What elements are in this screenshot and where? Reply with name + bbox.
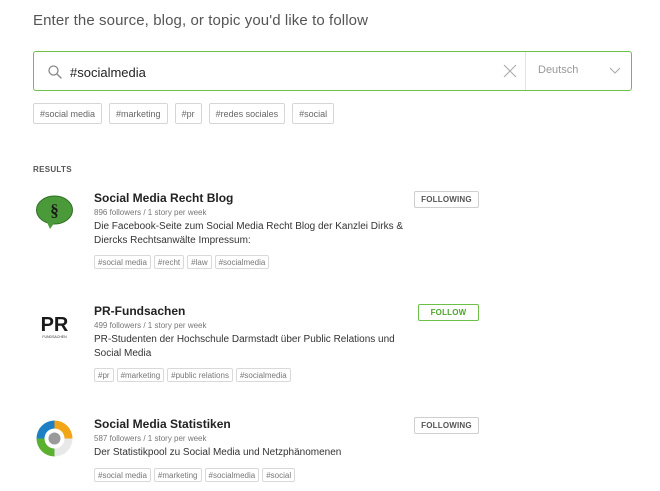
language-label: Deutsch [538,64,579,76]
result-tag[interactable]: #social media [94,468,151,482]
result-tags: #social media #marketing #socialmedia #s… [94,468,296,482]
result-tag[interactable]: #social media [94,255,151,269]
svg-text:§: § [50,201,59,220]
result-tag[interactable]: #recht [153,255,185,269]
results-label: RESULTS [33,165,72,174]
result-tags: #social media #recht #law #socialmedia [94,255,270,269]
search-input[interactable] [70,61,490,83]
suggestion-chip[interactable]: #social [292,103,335,124]
result-title[interactable]: PR-Fundsachen [94,304,185,318]
result-title[interactable]: Social Media Recht Blog [94,191,233,205]
result-tags: #pr #marketing #public relations #social… [94,368,291,382]
result-tag[interactable]: #socialmedia [204,468,260,482]
search-icon [48,65,62,79]
result-tag[interactable]: #marketing [153,468,202,482]
result-tag[interactable]: #socialmedia [214,255,270,269]
result-tag[interactable]: #pr [94,368,114,382]
follow-button[interactable]: FOLLOW [418,304,479,321]
suggestion-chip[interactable]: #redes sociales [208,103,286,124]
suggestion-chip[interactable]: #marketing [109,103,168,124]
following-button[interactable]: FOLLOWING [414,191,479,208]
result-tag[interactable]: #social [262,468,296,482]
result-tag[interactable]: #marketing [116,368,165,382]
result-item: § Social Media Recht Blog 896 followers … [33,191,483,271]
following-button[interactable]: FOLLOWING [414,417,479,434]
result-meta: 499 followers / 1 story per week [94,321,207,330]
result-description: Der Statistikpool zu Social Media und Ne… [94,447,342,458]
result-tag[interactable]: #socialmedia [235,368,291,382]
close-icon[interactable] [503,64,517,78]
result-description: PR-Studenten der Hochschule Darmstadt üb… [94,334,395,359]
result-meta: 587 followers / 1 story per week [94,434,207,443]
suggestion-chips: #social media #marketing #pr #redes soci… [33,103,335,124]
result-tag[interactable]: #public relations [167,368,233,382]
suggestion-chip[interactable]: #social media [33,103,103,124]
chevron-down-icon [609,67,621,74]
result-meta: 896 followers / 1 story per week [94,208,207,217]
result-tag[interactable]: #law [187,255,212,269]
search-box[interactable]: Deutsch [33,51,632,91]
pr-logo-subtext: FUNDSACHEN [42,335,67,339]
language-select[interactable]: Deutsch [526,52,631,90]
result-item: PR FUNDSACHEN PR-Fundsachen 499 follower… [33,304,483,384]
result-item: Social Media Statistiken 587 followers /… [33,417,483,487]
section-sign-icon: § [33,191,76,234]
result-title[interactable]: Social Media Statistiken [94,417,231,431]
result-description: Die Facebook-Seite zum Social Media Rech… [94,221,404,246]
pr-logo: PR FUNDSACHEN [33,304,76,347]
suggestion-chip[interactable]: #pr [174,103,202,124]
pr-logo-text: PR [41,314,69,336]
page-heading: Enter the source, blog, or topic you'd l… [33,12,369,29]
donut-chart-icon [33,417,76,460]
